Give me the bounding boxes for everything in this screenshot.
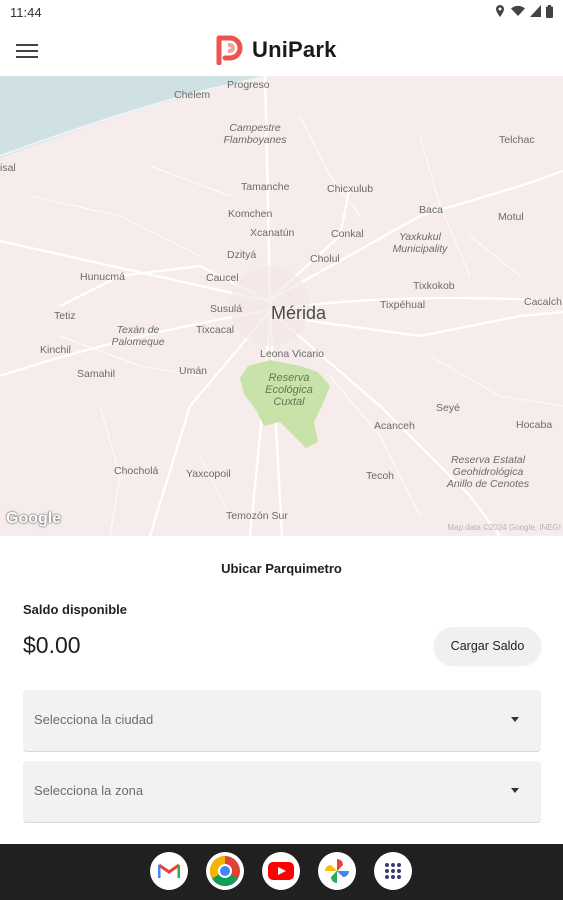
battery-icon (546, 4, 553, 18)
dropdown-arrow-icon (511, 717, 519, 722)
map-label: Hunucmá (80, 271, 125, 283)
app-dock (150, 852, 412, 890)
map-label: Chelem (174, 89, 211, 101)
city-select[interactable]: Selecciona la ciudad (23, 690, 541, 752)
section-title: Ubicar Parquimetro (221, 561, 342, 576)
map-label: Yaxcopoil (186, 468, 231, 480)
map-label: Tixkokob (413, 280, 455, 292)
zone-select[interactable]: Selecciona la zona (23, 761, 541, 823)
map-city-label: Mérida (271, 303, 327, 323)
map-label: Dzityá (227, 249, 257, 261)
map-label: Chicxulub (327, 183, 374, 195)
map-label: Telchac (499, 134, 535, 146)
map-label: Umán (179, 365, 208, 377)
zone-select-placeholder: Selecciona la zona (34, 783, 144, 798)
city-select-placeholder: Selecciona la ciudad (34, 712, 154, 727)
map-label: Xcanatún (250, 227, 295, 239)
brand: UniPark (216, 35, 337, 65)
map-label: Cacalch (524, 296, 562, 308)
map-attribution[interactable]: Map data ©2024 Google, INEGI (447, 523, 561, 532)
map-label: Leona Vicario (260, 348, 325, 360)
brand-name: UniPark (252, 37, 337, 62)
saldo-label: Saldo disponible (23, 602, 128, 617)
map-label: Kinchil (40, 344, 71, 356)
chrome-icon[interactable] (206, 852, 244, 890)
map-label: Progreso (227, 79, 270, 91)
map-label: Susulá (210, 303, 243, 315)
map-label: Hocaba (516, 419, 553, 431)
status-time: 11:44 (10, 5, 42, 20)
status-bar: 11:44 (0, 0, 563, 26)
signal-icon (530, 5, 541, 17)
map-label: Conkal (331, 228, 364, 240)
saldo-value: $0.00 (23, 632, 81, 658)
google-logo: Google (6, 510, 62, 527)
unipark-logo-icon (216, 35, 243, 65)
map-reserve-label: Reserva Ecológica Cuxtal (265, 372, 313, 408)
photos-icon[interactable] (318, 852, 356, 890)
map-label: Seyé (436, 402, 460, 414)
app-drawer-icon[interactable] (374, 852, 412, 890)
map-label: Komchen (228, 208, 273, 220)
location-icon (496, 5, 504, 17)
map-label: Cholul (310, 253, 340, 265)
map-label: Campestre Flamboyanes (223, 122, 287, 146)
cargar-saldo-button[interactable]: Cargar Saldo (434, 627, 541, 665)
map-label: Tixpéhual (380, 299, 426, 311)
map-label: Temozón Sur (226, 510, 288, 522)
map-label: isal (0, 162, 16, 174)
taskbar (0, 844, 563, 900)
map-label: Chocholá (114, 465, 159, 477)
map-label: Caucel (206, 272, 239, 284)
gmail-icon[interactable] (150, 852, 188, 890)
map-label: Tamanche (241, 181, 290, 193)
wifi-icon (511, 5, 525, 16)
map-label: Tetiz (54, 310, 76, 322)
map-label: Yaxkukul Municipality (392, 231, 448, 255)
map-label: Reserva Estatal Geohidrológica Anillo de… (446, 454, 530, 490)
youtube-icon[interactable] (262, 852, 300, 890)
map-view[interactable]: Progreso Chelem Campestre Flamboyanes Te… (0, 76, 563, 536)
status-icons (494, 4, 553, 18)
app-bar: UniPark (0, 26, 563, 77)
map-label: Baca (419, 204, 443, 216)
map-label: Texán de Palomeque (111, 324, 165, 348)
map-label: Tixcacal (196, 324, 235, 336)
dropdown-arrow-icon (511, 788, 519, 793)
menu-icon[interactable] (14, 40, 40, 62)
map-label: Tecoh (366, 470, 395, 482)
map-label: Samahil (77, 368, 115, 380)
map-label: Motul (498, 211, 524, 223)
map-label: Acanceh (374, 420, 415, 432)
